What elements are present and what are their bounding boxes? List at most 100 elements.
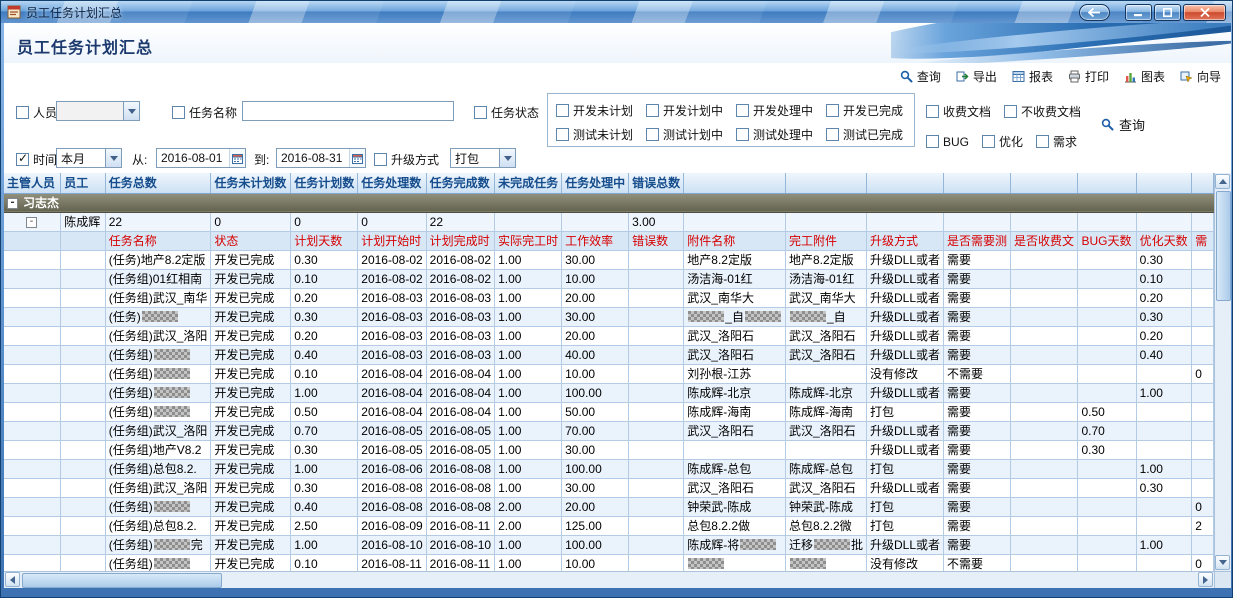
detail-column-header[interactable]: 计划天数 xyxy=(291,231,358,250)
to-date-field[interactable]: 2016-08-31 xyxy=(276,148,366,168)
bug-checkbox[interactable]: BUG xyxy=(926,133,969,150)
column-header[interactable]: 任务处理数 xyxy=(358,173,426,193)
scroll-down-button[interactable] xyxy=(1215,555,1230,570)
detail-row[interactable]: (任务组)武汉_洛阳开发已完成0.202016-08-032016-08-031… xyxy=(4,326,1214,345)
horizontal-scrollbar[interactable] xyxy=(4,571,1214,588)
column-header[interactable] xyxy=(944,173,1011,193)
titlebar[interactable]: 员工任务计划汇总 xyxy=(1,1,1232,23)
toolbar-button-print[interactable]: 打印 xyxy=(1068,68,1109,85)
scroll-right-button[interactable] xyxy=(1198,572,1213,587)
detail-row[interactable]: (任务组)开发已完成0.102016-08-112016-08-111.0010… xyxy=(4,554,1214,571)
detail-column-header[interactable]: 附件名称 xyxy=(684,231,786,250)
detail-column-header[interactable]: 完工附件 xyxy=(785,231,866,250)
optimize-checkbox[interactable]: 优化 xyxy=(982,133,1023,150)
detail-row[interactable]: (任务组)开发已完成1.002016-08-042016-08-041.0010… xyxy=(4,383,1214,402)
detail-row[interactable]: (任务组)01红相南开发已完成0.102016-08-022016-08-021… xyxy=(4,269,1214,288)
detail-row[interactable]: (任务组)武汉_洛阳开发已完成0.302016-08-082016-08-081… xyxy=(4,478,1214,497)
detail-column-header[interactable]: 计划完成时 xyxy=(426,231,494,250)
detail-row[interactable]: (任务组)开发已完成0.402016-08-032016-08-031.0040… xyxy=(4,345,1214,364)
dev-unplanned-checkbox[interactable]: 开发未计划 xyxy=(556,102,633,119)
chevron-down-icon[interactable] xyxy=(123,102,139,120)
column-header[interactable] xyxy=(1136,173,1192,193)
calendar-icon[interactable] xyxy=(229,149,245,167)
detail-column-header[interactable]: 是否收费文 xyxy=(1011,231,1078,250)
task-status-checkbox[interactable]: 任务状态 xyxy=(474,104,539,121)
upgrade-method-checkbox[interactable]: 升级方式 xyxy=(374,151,439,168)
query-button[interactable]: 查询 xyxy=(1100,115,1145,134)
horizontal-scroll-thumb[interactable] xyxy=(22,573,222,588)
column-header[interactable]: 未完成任务 xyxy=(495,173,562,193)
detail-row[interactable]: (任务组)总包8.2.开发已完成1.002016-08-062016-08-08… xyxy=(4,459,1214,478)
time-period-select[interactable]: 本月 xyxy=(56,148,122,168)
detail-column-header[interactable]: 是否需要测 xyxy=(944,231,1011,250)
detail-column-header[interactable]: 状态 xyxy=(211,231,291,250)
detail-row[interactable]: (任务组)地产V8.2开发已完成0.302016-08-052016-08-05… xyxy=(4,440,1214,459)
dev-completed-checkbox[interactable]: 开发已完成 xyxy=(826,102,903,119)
column-header[interactable]: 员工 xyxy=(61,173,106,193)
dev-processing-checkbox[interactable]: 开发处理中 xyxy=(736,102,813,119)
charged-doc-checkbox[interactable]: 收费文档 xyxy=(926,103,991,120)
column-header[interactable]: 任务计划数 xyxy=(291,173,358,193)
upgrade-method-select[interactable]: 打包 xyxy=(450,148,516,168)
toolbar-button-chart[interactable]: 图表 xyxy=(1124,68,1165,85)
detail-column-header[interactable]: 错误数 xyxy=(629,231,684,250)
detail-row[interactable]: (任务组)武汉_洛阳开发已完成0.702016-08-052016-08-051… xyxy=(4,421,1214,440)
column-header[interactable]: 任务完成数 xyxy=(426,173,494,193)
task-name-checkbox[interactable]: 任务名称 xyxy=(172,104,237,121)
person-checkbox[interactable]: 人员 xyxy=(16,104,57,121)
collapse-icon[interactable]: - xyxy=(7,198,18,209)
column-header[interactable]: 主管人员 xyxy=(4,173,61,193)
free-doc-checkbox[interactable]: 不收费文档 xyxy=(1004,103,1081,120)
dev-planning-checkbox[interactable]: 开发计划中 xyxy=(646,102,723,119)
task-name-input[interactable] xyxy=(242,101,454,121)
column-header[interactable] xyxy=(1192,173,1214,193)
column-header[interactable] xyxy=(785,173,866,193)
maximize-button[interactable] xyxy=(1154,4,1181,21)
detail-row[interactable]: (任务组)总包8.2.开发已完成2.502016-08-092016-08-11… xyxy=(4,516,1214,535)
detail-column-header[interactable]: 优化天数 xyxy=(1136,231,1192,250)
detail-column-header[interactable]: 任务名称 xyxy=(105,231,211,250)
calendar-icon[interactable] xyxy=(349,149,365,167)
chevron-down-icon[interactable] xyxy=(499,149,515,167)
column-header[interactable] xyxy=(684,173,786,193)
detail-row[interactable]: (任务组)开发已完成0.402016-08-082016-08-082.0020… xyxy=(4,497,1214,516)
detail-column-header[interactable]: 需 xyxy=(1192,231,1214,250)
minimize-button[interactable] xyxy=(1125,4,1152,21)
detail-column-header[interactable]: BUG天数 xyxy=(1078,231,1136,250)
detail-row[interactable]: (任务)地产8.2定版开发已完成0.302016-08-022016-08-02… xyxy=(4,250,1214,269)
detail-column-header[interactable]: 升级方式 xyxy=(867,231,944,250)
test-unplanned-checkbox[interactable]: 测试未计划 xyxy=(556,126,633,143)
group-row[interactable]: -习志杰 xyxy=(4,193,1214,212)
from-date-field[interactable]: 2016-08-01 xyxy=(156,148,246,168)
back-button[interactable] xyxy=(1079,4,1110,21)
detail-row[interactable]: (任务)开发已完成0.302016-08-032016-08-031.0030.… xyxy=(4,307,1214,326)
scroll-left-button[interactable] xyxy=(5,572,20,587)
toolbar-button-query[interactable]: 查询 xyxy=(900,68,941,85)
vertical-scroll-thumb[interactable] xyxy=(1216,191,1231,301)
column-header[interactable] xyxy=(867,173,944,193)
column-header[interactable]: 任务总数 xyxy=(105,173,211,193)
collapse-icon[interactable]: - xyxy=(26,217,37,228)
detail-row[interactable]: (任务组)开发已完成0.102016-08-042016-08-041.0010… xyxy=(4,364,1214,383)
requirement-checkbox[interactable]: 需求 xyxy=(1036,133,1077,150)
chevron-down-icon[interactable] xyxy=(105,149,121,167)
toolbar-button-report[interactable]: 报表 xyxy=(1012,68,1053,85)
column-header[interactable]: 任务处理中 xyxy=(562,173,629,193)
person-select[interactable] xyxy=(56,101,140,121)
detail-column-header[interactable]: 工作效率 xyxy=(562,231,629,250)
detail-row[interactable]: (任务组)完开发已完成1.002016-08-102016-08-101.001… xyxy=(4,535,1214,554)
column-header[interactable]: 任务未计划数 xyxy=(211,173,291,193)
detail-column-header[interactable]: 实际完工时 xyxy=(495,231,562,250)
scroll-up-button[interactable] xyxy=(1215,174,1230,189)
detail-row[interactable]: (任务组)开发已完成0.502016-08-042016-08-041.0050… xyxy=(4,402,1214,421)
summary-row[interactable]: -陈成辉22000223.00 xyxy=(4,212,1214,231)
test-planning-checkbox[interactable]: 测试计划中 xyxy=(646,126,723,143)
test-completed-checkbox[interactable]: 测试已完成 xyxy=(826,126,903,143)
close-button[interactable] xyxy=(1183,4,1226,21)
test-processing-checkbox[interactable]: 测试处理中 xyxy=(736,126,813,143)
toolbar-button-export[interactable]: 导出 xyxy=(956,68,997,85)
column-header[interactable] xyxy=(1078,173,1136,193)
column-header[interactable]: 错误总数 xyxy=(629,173,684,193)
detail-row[interactable]: (任务组)武汉_南华开发已完成0.202016-08-032016-08-031… xyxy=(4,288,1214,307)
toolbar-button-wizard[interactable]: 向导 xyxy=(1180,68,1221,85)
